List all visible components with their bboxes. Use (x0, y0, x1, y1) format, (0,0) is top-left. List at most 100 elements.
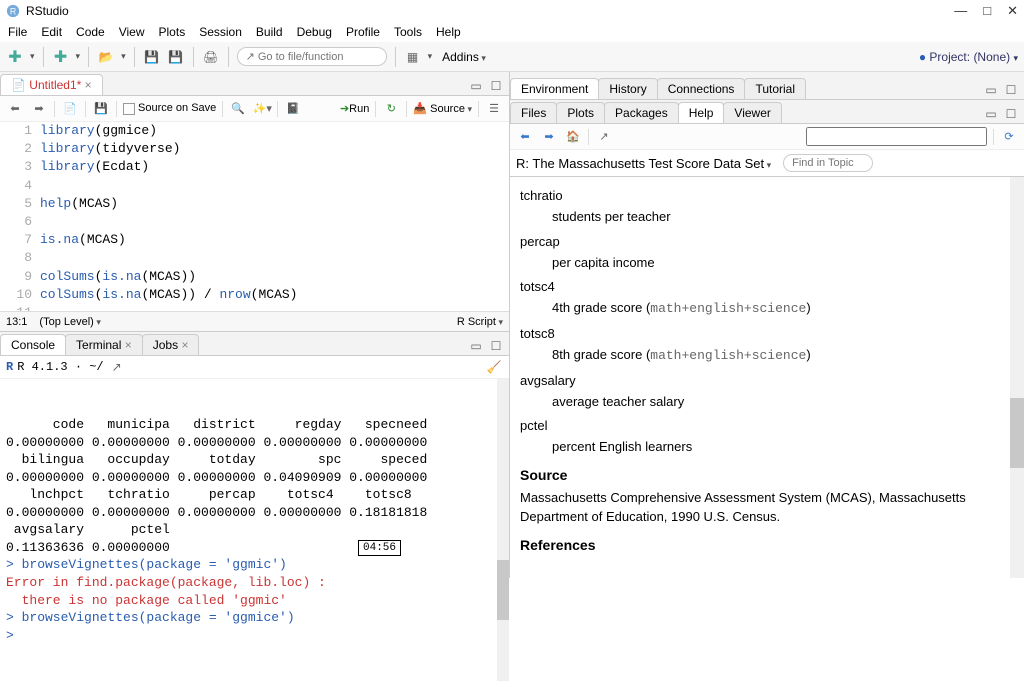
maximize-pane-icon[interactable]: ☐ (487, 337, 505, 355)
tab-environment[interactable]: Environment (510, 78, 599, 99)
find-icon[interactable]: 🔍 (229, 100, 247, 118)
tab-help[interactable]: Help (678, 102, 725, 123)
menu-build[interactable]: Build (256, 25, 283, 39)
outline-icon[interactable]: ☰ (485, 100, 503, 118)
help-desc: 8th grade score (math+english+science) (552, 346, 1014, 366)
wand-icon[interactable]: ✨▾ (253, 100, 271, 118)
minimize-pane-icon[interactable]: ▭ (982, 105, 1000, 123)
minimize-pane-icon[interactable]: ▭ (467, 77, 485, 95)
show-icon[interactable]: 📄 (61, 100, 79, 118)
source-on-save-checkbox[interactable] (123, 103, 135, 115)
refresh-icon[interactable]: ⟳ (1000, 128, 1018, 146)
save-icon[interactable]: 💾 (92, 100, 110, 118)
source-on-save-label: Source on Save (138, 102, 216, 114)
rstudio-logo-icon: R (6, 4, 20, 18)
new-project-icon[interactable]: ✚ (52, 48, 70, 66)
clear-console-icon[interactable]: 🧹 (485, 358, 503, 376)
close-button[interactable]: ✕ (1007, 3, 1018, 19)
menu-file[interactable]: File (8, 25, 27, 39)
minimize-pane-icon[interactable]: ▭ (982, 81, 1000, 99)
help-desc: 4th grade score (math+english+science) (552, 299, 1014, 319)
console-label: R R 4.1.3 · ~/ ↗ 🧹 (0, 356, 509, 379)
menu-view[interactable]: View (119, 25, 145, 39)
help-tabs: Files Plots Packages Help Viewer ▭ ☐ (510, 100, 1024, 124)
tab-connections[interactable]: Connections (657, 78, 746, 99)
menu-edit[interactable]: Edit (41, 25, 62, 39)
forward-icon[interactable]: ➡ (30, 100, 48, 118)
console-scrollbar[interactable] (497, 379, 509, 681)
back-icon[interactable]: ⬅ (6, 100, 24, 118)
tab-terminal[interactable]: Terminal × (65, 334, 143, 355)
print-icon[interactable]: 🖨 (202, 48, 220, 66)
tab-jobs[interactable]: Jobs × (142, 334, 200, 355)
maximize-pane-icon[interactable]: ☐ (487, 77, 505, 95)
back-icon[interactable]: ⬅ (516, 128, 534, 146)
save-all-icon[interactable]: 💾 (167, 48, 185, 66)
source-heading: Source (520, 465, 1014, 485)
grid-icon[interactable]: ▦ (404, 48, 422, 66)
popout-icon[interactable]: ↗ (595, 128, 613, 146)
goto-file-function-input[interactable]: ↗ Go to file/function (237, 47, 387, 66)
open-file-icon[interactable]: 📂 (97, 48, 115, 66)
compile-icon[interactable]: 📓 (284, 100, 302, 118)
source-editor[interactable]: 1library(ggmice)2library(tidyverse)3libr… (0, 122, 509, 311)
find-in-topic-input[interactable] (783, 154, 873, 172)
tab-packages[interactable]: Packages (604, 102, 679, 123)
new-file-icon[interactable]: ✚ (6, 48, 24, 66)
console-output[interactable]: code municipa district regday specneed0.… (0, 379, 509, 681)
menu-plots[interactable]: Plots (159, 25, 186, 39)
tab-files[interactable]: Files (510, 102, 557, 123)
help-search-input[interactable] (806, 127, 987, 146)
source-tab-untitled[interactable]: 📄 Untitled1* × (0, 74, 103, 95)
source-tabs: 📄 Untitled1* × ▭ ☐ (0, 72, 509, 96)
titlebar: R RStudio — □ ✕ (0, 0, 1024, 22)
save-icon[interactable]: 💾 (143, 48, 161, 66)
menu-debug[interactable]: Debug (297, 25, 332, 39)
help-desc: per capita income (552, 254, 1014, 273)
tab-plots[interactable]: Plots (556, 102, 605, 123)
project-menu[interactable]: ● Project: (None) ▾ (919, 50, 1018, 64)
help-term: pctel (520, 417, 1014, 436)
maximize-pane-icon[interactable]: ☐ (1002, 81, 1020, 99)
source-toolbar: ⬅ ➡ 📄 💾 Source on Save 🔍 ✨▾ 📓 ➔Run ↻ (0, 96, 509, 122)
help-title[interactable]: R: The Massachusetts Test Score Data Set (516, 156, 771, 171)
source-statusbar: 13:1 (Top Level) R Script (0, 311, 509, 331)
language-selector[interactable]: R Script (457, 316, 503, 328)
tab-viewer[interactable]: Viewer (723, 102, 781, 123)
tab-history[interactable]: History (598, 78, 657, 99)
scope-selector[interactable]: (Top Level) (39, 316, 100, 328)
addins-menu[interactable]: Addins (442, 50, 486, 64)
tab-tutorial[interactable]: Tutorial (744, 78, 806, 99)
tab-console[interactable]: Console (0, 334, 66, 355)
main-toolbar: ✚▾ ✚▾ 📂▾ 💾 💾 🖨 ↗ Go to file/function ▦▾ … (0, 42, 1024, 72)
help-desc: students per teacher (552, 208, 1014, 227)
popout-icon[interactable]: ↗ (108, 358, 126, 376)
app-title: RStudio (26, 4, 69, 18)
maximize-button[interactable]: □ (983, 3, 991, 19)
maximize-pane-icon[interactable]: ☐ (1002, 105, 1020, 123)
help-term: percap (520, 233, 1014, 252)
source-text: Massachusetts Comprehensive Assessment S… (520, 489, 1014, 527)
help-desc: percent English learners (552, 438, 1014, 457)
forward-icon[interactable]: ➡ (540, 128, 558, 146)
menu-tools[interactable]: Tools (394, 25, 422, 39)
help-scrollbar[interactable] (1010, 177, 1024, 578)
close-tab-icon[interactable]: × (85, 78, 92, 92)
menu-help[interactable]: Help (436, 25, 461, 39)
menu-session[interactable]: Session (199, 25, 242, 39)
minimize-button[interactable]: — (954, 3, 967, 19)
r-logo-icon: R (6, 360, 13, 374)
env-tabs: Environment History Connections Tutorial… (510, 72, 1024, 100)
menu-profile[interactable]: Profile (346, 25, 380, 39)
help-term: totsc4 (520, 278, 1014, 297)
run-button[interactable]: ➔Run (340, 102, 369, 115)
help-content[interactable]: tchratio students per teacher percap per ca… (510, 177, 1024, 578)
home-icon[interactable]: 🏠 (564, 128, 582, 146)
console-tabs: Console Terminal × Jobs × ▭ ☐ (0, 332, 509, 356)
help-topic-header: R: The Massachusetts Test Score Data Set (510, 150, 1024, 177)
menu-code[interactable]: Code (76, 25, 105, 39)
source-button[interactable]: 📥 Source (413, 102, 472, 115)
help-term: tchratio (520, 187, 1014, 206)
minimize-pane-icon[interactable]: ▭ (467, 337, 485, 355)
rerun-icon[interactable]: ↻ (382, 100, 400, 118)
